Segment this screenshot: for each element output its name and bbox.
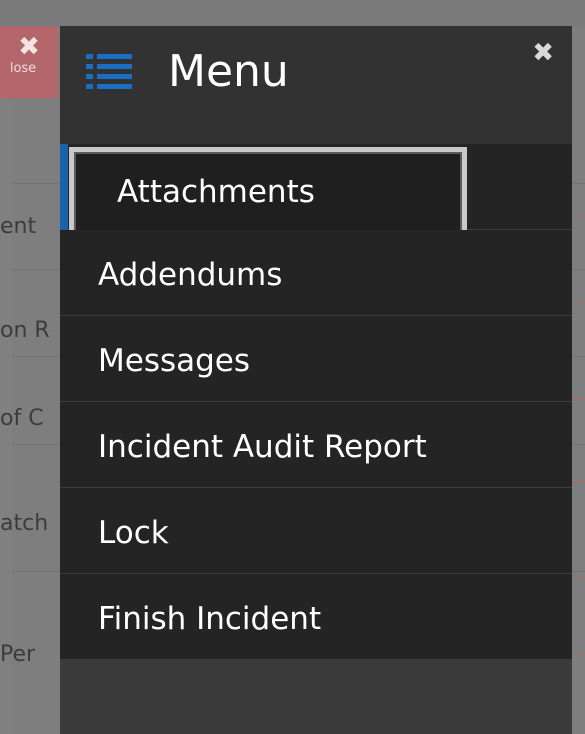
- menu-item-label: Lock: [98, 515, 169, 551]
- menu-item-label: Addendums: [98, 257, 283, 293]
- background-field-underline: [571, 579, 585, 580]
- menu-item-finish-incident[interactable]: Finish Incident: [60, 574, 572, 660]
- menu-list: Attachments Addendums Messages Incident …: [60, 144, 572, 660]
- background-field-underline: [571, 300, 585, 301]
- background-field-underline: [571, 398, 585, 399]
- background-field-underline: [571, 652, 585, 653]
- menu-item-lock[interactable]: Lock: [60, 488, 572, 574]
- background-field-underline: [571, 480, 585, 481]
- hamburger-list-icon: [86, 52, 132, 92]
- background-row-label: on R: [0, 318, 50, 343]
- menu-item-label: Finish Incident: [98, 601, 322, 637]
- menu-item-messages[interactable]: Messages: [60, 316, 572, 402]
- menu-item-label: Attachments: [117, 174, 315, 210]
- close-icon[interactable]: ✖: [532, 38, 554, 68]
- close-icon: ✖: [18, 32, 40, 62]
- background-row-label: of C: [0, 406, 44, 431]
- menu-item-label: Messages: [98, 343, 251, 379]
- background-close-button[interactable]: ✖ lose: [0, 26, 58, 98]
- menu-item-addendums[interactable]: Addendums: [60, 230, 572, 316]
- background-field-underline: [571, 214, 585, 215]
- menu-item-attachments[interactable]: Attachments: [60, 144, 572, 237]
- background-row-label: ent: [0, 214, 37, 239]
- menu-item-label: Incident Audit Report: [98, 429, 427, 465]
- menu-header: Menu ✖: [60, 26, 572, 144]
- menu-title: Menu: [168, 46, 289, 97]
- active-item-accent: [60, 144, 68, 230]
- menu-panel: Menu ✖ Attachments Addendums Messages In…: [60, 26, 572, 734]
- background-row-label: atch: [0, 511, 49, 536]
- menu-item-incident-audit-report[interactable]: Incident Audit Report: [60, 402, 572, 488]
- background-close-label: lose: [9, 61, 37, 76]
- background-row-label: Per: [0, 642, 36, 667]
